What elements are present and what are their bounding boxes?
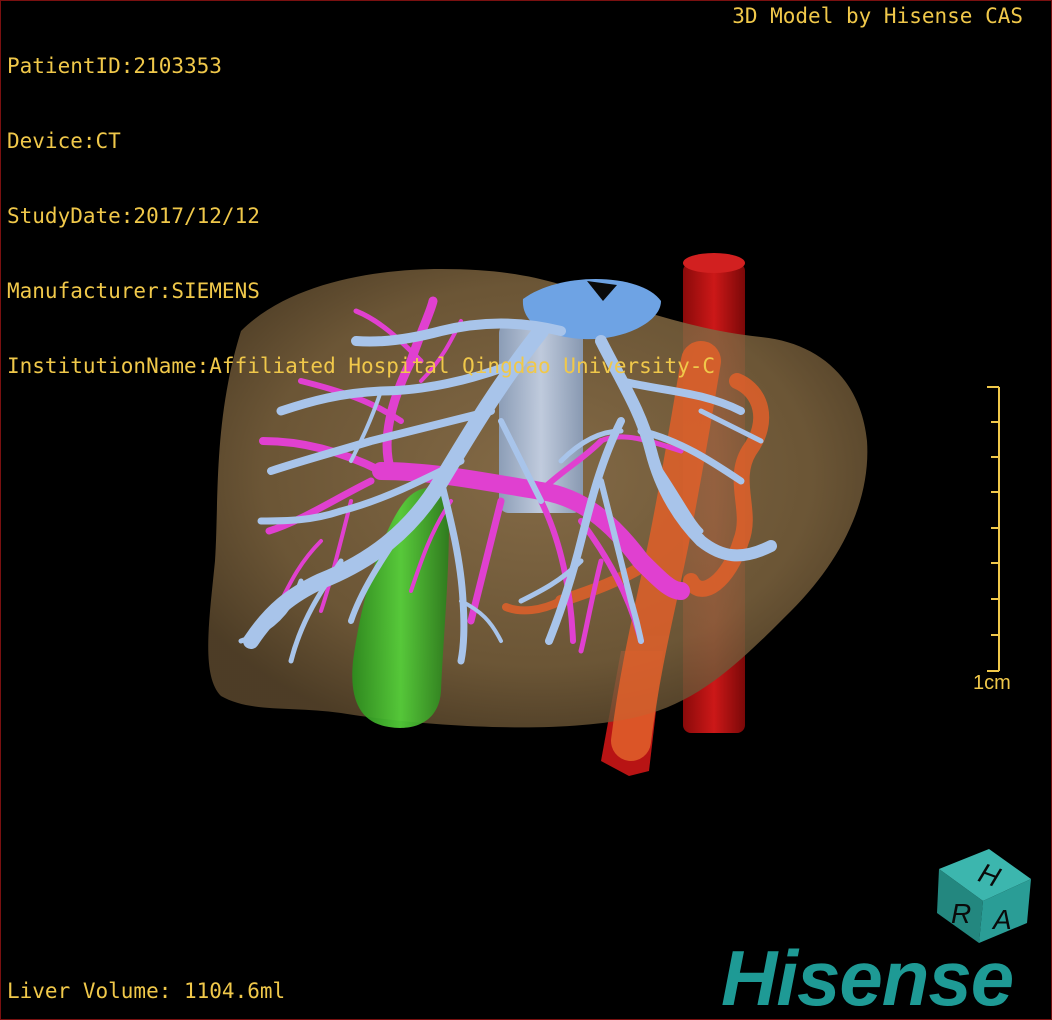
orientation-cube-icon[interactable]: H R A [931,839,1041,949]
study-info-panel: PatientID:2103353 Device:CT StudyDate:20… [7,4,715,429]
manufacturer-label: Manufacturer:SIEMENS [7,279,260,303]
device-label: Device:CT [7,129,121,153]
model-credit-label: 3D Model by Hisense CAS [732,4,1023,28]
study-date-label: StudyDate:2017/12/12 [7,204,260,228]
cube-face-right-letter: A [991,904,1012,935]
scale-bar-icon [987,386,1000,672]
brand-logo: Hisense [721,934,1014,1020]
liver-volume-label: Liver Volume: 1104.6ml [7,979,286,1003]
scale-bar-label: 1cm [973,672,1011,694]
institution-label: InstitutionName:Affiliated Hospital Qing… [7,354,716,378]
patient-id-label: PatientID:2103353 [7,54,222,78]
cube-face-left-letter: R [951,898,971,929]
3d-viewport[interactable]: PatientID:2103353 Device:CT StudyDate:20… [0,0,1052,1020]
